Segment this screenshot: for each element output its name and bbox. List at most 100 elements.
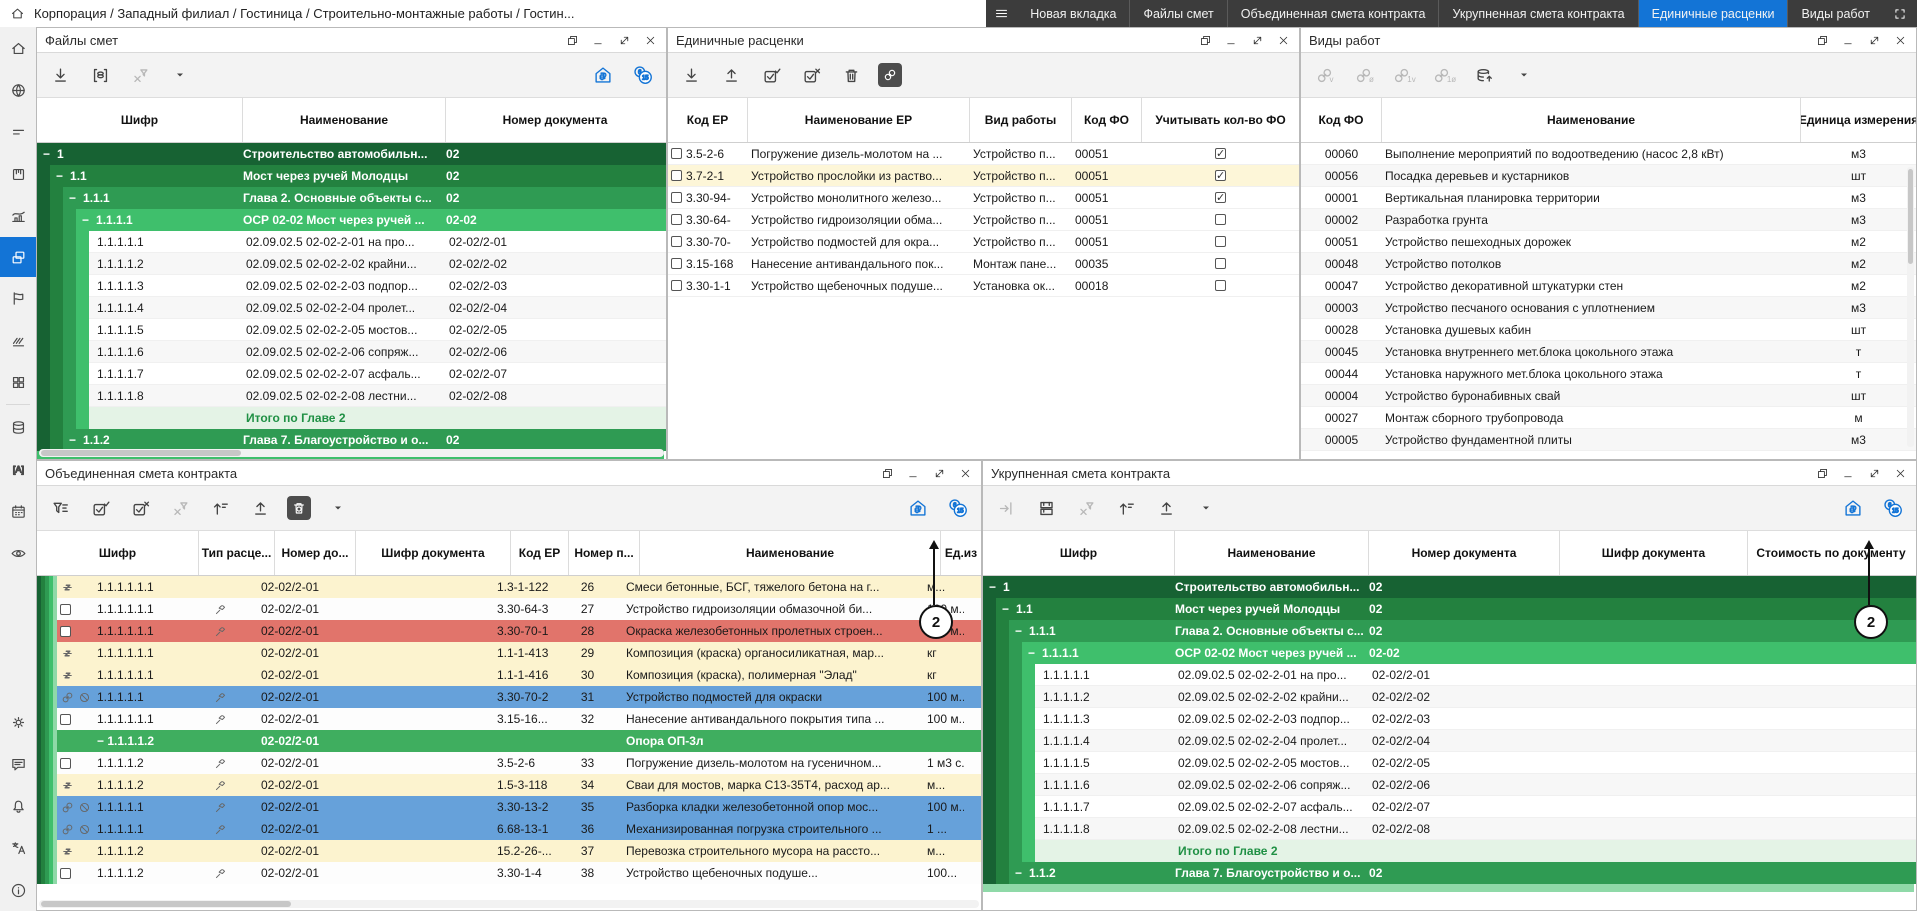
horizontal-scrollbar[interactable]: [39, 449, 664, 457]
table-row[interactable]: −1.1.1 Глава 2. Основные объекты с... 02: [37, 187, 666, 209]
table-row[interactable]: 00003 Устройство песчаного основания с уп…: [1301, 297, 1916, 319]
table-row[interactable]: −1 Строительство автомобильн... 02: [983, 576, 1916, 598]
row-checkbox[interactable]: [60, 713, 71, 725]
row-checkbox[interactable]: [671, 170, 682, 181]
vertical-scrollbar[interactable]: [1907, 167, 1914, 447]
table-row[interactable]: 1.1.1.1.1.1 02-02/2-01 3.30-70-1 28 Окраска …: [37, 620, 981, 642]
row-checkbox[interactable]: [671, 192, 682, 203]
tab-Укрупненная смета контракта[interactable]: Укрупненная смета контракта: [1438, 0, 1637, 27]
table-row[interactable]: 00005 Устройство фундаментной плиты м3: [1301, 429, 1916, 451]
chain-icon[interactable]: v: [1311, 62, 1337, 88]
chain-icon[interactable]: ø: [1351, 62, 1377, 88]
horizontal-scrollbar[interactable]: [39, 900, 979, 908]
column-header[interactable]: Шифр документа: [1560, 531, 1748, 575]
column-header[interactable]: Стоимость по документу: [1748, 531, 1914, 575]
column-header[interactable]: Номер до...: [275, 531, 356, 575]
arrow-in-icon[interactable]: [993, 495, 1019, 521]
column-header[interactable]: Учитывать кол-во ФО: [1142, 98, 1299, 142]
table-row[interactable]: 00045 Установка внутреннего мет.блока цок…: [1301, 341, 1916, 363]
close-icon[interactable]: [640, 31, 660, 49]
table-row[interactable]: 1.1.1.1.3 02.09.02.5 02-02-2-03 подпор...…: [983, 708, 1916, 730]
table-row[interactable]: 00044 Установка наружного мет.блока цокол…: [1301, 363, 1916, 385]
ruble-house-icon[interactable]: [905, 495, 931, 521]
db-up-icon[interactable]: [1471, 62, 1497, 88]
table-row[interactable]: 3.30-70- Устройство подмостей для окра...…: [668, 231, 1299, 253]
chevron-down-icon[interactable]: [1511, 62, 1537, 88]
chevron-down-icon[interactable]: [167, 62, 193, 88]
move-top-icon[interactable]: [207, 495, 233, 521]
sidebar-item-card-icon[interactable]: [0, 153, 36, 195]
row-checkbox[interactable]: [671, 236, 682, 247]
table-row[interactable]: 1.1.1.1.8 02.09.02.5 02-02-2-08 лестни...…: [37, 385, 666, 407]
sidebar-item-home-icon[interactable]: [0, 27, 36, 69]
ruble-house-icon[interactable]: [590, 62, 616, 88]
sidebar-item-hatch-icon[interactable]: [0, 319, 36, 361]
row-checkbox[interactable]: [60, 603, 71, 615]
table-row[interactable]: 1.1.1.1.1.1 02-02/2-01 3.30-64-3 27 Устройст…: [37, 598, 981, 620]
column-header[interactable]: Шифр: [37, 98, 243, 142]
download-icon[interactable]: [678, 62, 704, 88]
table-row[interactable]: 1.1.1.1.2 02-02/2-01 3.5-2-6 33 Погружение д…: [37, 752, 981, 774]
table-row[interactable]: 00028 Установка душевых кабин шт: [1301, 319, 1916, 341]
ruble-house-icon[interactable]: [1840, 495, 1866, 521]
table-row[interactable]: 1.1.1.1.2 02.09.02.5 02-02-2-02 крайни...…: [983, 686, 1916, 708]
table-row[interactable]: −1.1.1.1 ОСР 02-02 Мост через ручей ... 02…: [37, 209, 666, 231]
fo-count-checkbox[interactable]: [1215, 258, 1226, 269]
trash-icon[interactable]: [838, 62, 864, 88]
trash-link-icon[interactable]: [287, 496, 311, 520]
table-row[interactable]: 00004 Устройство буронабивных свай шт: [1301, 385, 1916, 407]
chain-icon[interactable]: 1v: [1391, 62, 1417, 88]
table-row[interactable]: 00027 Монтаж сборного трубопровода м: [1301, 407, 1916, 429]
column-header[interactable]: Наименование: [1382, 98, 1801, 142]
link-copy-icon[interactable]: [878, 63, 902, 87]
row-checkbox[interactable]: [671, 258, 682, 269]
sidebar-item-chart-icon[interactable]: [0, 195, 36, 237]
check-no-icon[interactable]: [798, 62, 824, 88]
bracket-coins-icon[interactable]: [87, 62, 113, 88]
sidebar-item-list-lines-icon[interactable]: [0, 111, 36, 153]
minimize-icon[interactable]: [1221, 31, 1241, 49]
table-row[interactable]: 00047 Устройство декоративной штукатурки …: [1301, 275, 1916, 297]
column-header[interactable]: Шифр документа: [356, 531, 511, 575]
table-row[interactable]: −1.1.1 Глава 2. Основные объекты с... 02: [983, 620, 1916, 642]
table-row[interactable]: 3.30-94- Устройство монолитного железо...…: [668, 187, 1299, 209]
filter-menu-icon[interactable]: [47, 495, 73, 521]
row-checkbox[interactable]: [60, 867, 71, 879]
column-header[interactable]: Номер документа: [446, 98, 664, 142]
minimize-icon[interactable]: [1838, 464, 1858, 482]
sidebar-item-info-icon[interactable]: [0, 869, 36, 911]
check-yes-icon[interactable]: [87, 495, 113, 521]
column-header[interactable]: Код ЕР: [511, 531, 569, 575]
table-row[interactable]: 1.1.1.1.1 02-02/2-01 3.30-13-2 35 Разборка к…: [37, 796, 981, 818]
column-header[interactable]: Код ФО: [1301, 98, 1382, 142]
maximize-icon[interactable]: [614, 31, 634, 49]
table-row[interactable]: 1.1.1.1.2 02-02/2-01 1.5-3-118 34 Сваи для м…: [37, 774, 981, 796]
table-row[interactable]: 3.5-2-6 Погружение дизель-молотом на ... У…: [668, 143, 1299, 165]
check-yes-icon[interactable]: [758, 62, 784, 88]
chevron-down-icon[interactable]: [325, 495, 351, 521]
upload-icon[interactable]: [1153, 495, 1179, 521]
sidebar-item-grid-icon[interactable]: [0, 361, 36, 403]
filter-x-icon[interactable]: [1073, 495, 1099, 521]
table-row[interactable]: −1.1.2 Глава 7. Благоустройство и о... 02: [983, 862, 1916, 884]
chevron-down-icon[interactable]: [1193, 495, 1219, 521]
tab-Объединенная смета контракта[interactable]: Объединенная смета контракта: [1226, 0, 1439, 27]
table-row[interactable]: 1.1.1.1.2 02-02/2-01 3.30-1-4 38 Устройство …: [37, 862, 981, 884]
minimize-icon[interactable]: [588, 31, 608, 49]
tab-new[interactable]: Новая вкладка: [1017, 0, 1129, 27]
table-row[interactable]: 00048 Устройство потолков м2: [1301, 253, 1916, 275]
table-row[interactable]: 3.15-168 Нанесение антивандального пок...…: [668, 253, 1299, 275]
table-row[interactable]: 1.1.1.1.1 02-02/2-01 6.68-13-1 36 Механизиро…: [37, 818, 981, 840]
column-header[interactable]: Шифр: [983, 531, 1175, 575]
minimize-icon[interactable]: [1838, 31, 1858, 49]
column-header[interactable]: Номер п...: [569, 531, 640, 575]
table-row[interactable]: 1.1.1.1.4 02.09.02.5 02-02-2-04 пролет...…: [37, 297, 666, 319]
table-row[interactable]: 1.1.1.1.1.1 02-02/2-01 1.1-1-413 29 Композиц…: [37, 642, 981, 664]
table-row[interactable]: 1.1.1.1.2 02.09.02.5 02-02-2-02 крайни...…: [37, 253, 666, 275]
table-row[interactable]: −1.1.1.1 ОСР 02-02 Мост через ручей ... 02…: [983, 642, 1916, 664]
coins-icon[interactable]: [1880, 495, 1906, 521]
table-row[interactable]: 1.1.1.1.1 02.09.02.5 02-02-2-01 на про...…: [983, 664, 1916, 686]
minimize-icon[interactable]: [903, 464, 923, 482]
close-icon[interactable]: [1890, 464, 1910, 482]
sidebar-item-translate-icon[interactable]: [0, 827, 36, 869]
